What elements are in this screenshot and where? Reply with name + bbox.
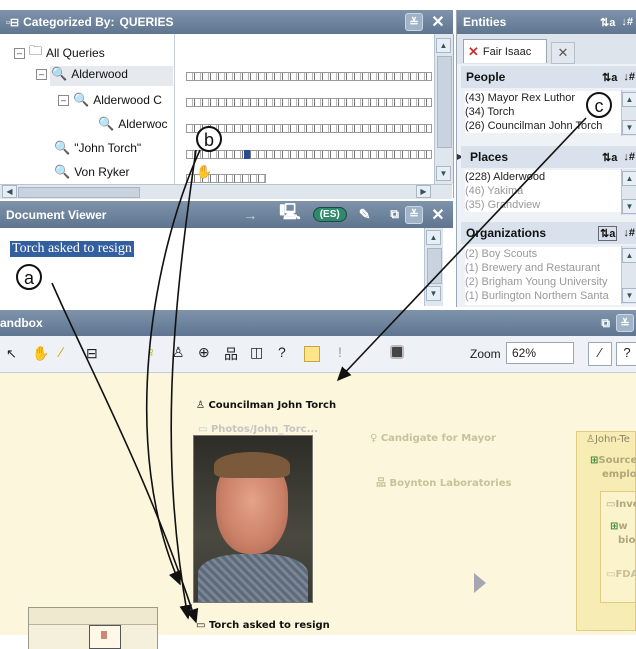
callout-a: a: [16, 264, 42, 290]
callout-label: b: [203, 130, 214, 150]
callout-label: c: [594, 96, 604, 116]
callout-c: c: [586, 92, 612, 118]
annotation-arrows: [51, 117, 587, 624]
callout-b: b: [196, 126, 222, 152]
arrow-c-to-councilman: [336, 117, 587, 382]
callout-label: a: [23, 268, 34, 288]
